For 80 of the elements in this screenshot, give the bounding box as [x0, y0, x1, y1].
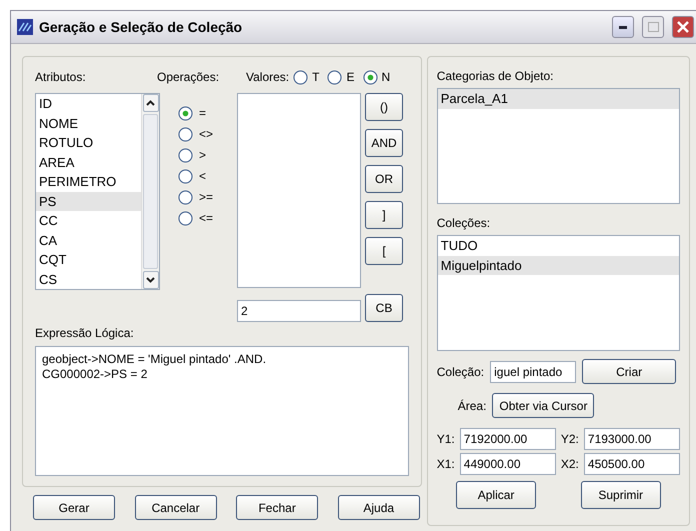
- dialog-button[interactable]: Ajuda: [338, 495, 420, 520]
- radio-label: N: [382, 70, 390, 84]
- radio-label: E: [346, 70, 354, 84]
- caret-down-icon: [146, 277, 155, 283]
- operator-button[interactable]: (): [365, 93, 403, 121]
- cb-button[interactable]: CB: [365, 294, 403, 322]
- radio-label: <=: [199, 211, 214, 225]
- collections-label: Coleções:: [436, 216, 492, 230]
- create-button[interactable]: Criar: [582, 359, 676, 384]
- maximize-icon: [648, 22, 658, 32]
- radio-button[interactable]: [362, 70, 378, 84]
- collections-list[interactable]: TUDO Miguelpintado: [436, 235, 680, 351]
- coordinate-label: X1:: [436, 457, 455, 471]
- coordinate-label: Y1:: [436, 432, 455, 446]
- operator-button[interactable]: OR: [365, 165, 403, 193]
- list-item[interactable]: Parcela_A1: [438, 89, 679, 108]
- maximize-button[interactable]: [642, 16, 664, 38]
- list-item[interactable]: PERIMETRO: [36, 172, 141, 192]
- dialog-button[interactable]: Gerar: [33, 495, 115, 520]
- coordinate-field[interactable]: 7193000.00: [584, 428, 680, 450]
- radio-button[interactable]: [178, 126, 193, 142]
- collection-label: Coleção:: [436, 364, 484, 378]
- list-item[interactable]: CS: [36, 270, 141, 289]
- list-item[interactable]: NOME: [36, 114, 141, 133]
- dialog-button[interactable]: Fechar: [236, 495, 318, 520]
- radio-button[interactable]: [178, 106, 193, 120]
- radio-button[interactable]: [178, 168, 193, 184]
- minimize-button[interactable]: [612, 16, 634, 38]
- cursor-button[interactable]: Obter via Cursor: [492, 393, 594, 418]
- radio-button[interactable]: [178, 210, 193, 226]
- radio-label: >: [199, 148, 206, 162]
- list-item[interactable]: TUDO: [438, 236, 679, 256]
- scroll-down-button[interactable]: [142, 271, 158, 289]
- operator-button[interactable]: ]: [365, 201, 403, 229]
- operator-button[interactable]: [: [365, 237, 403, 265]
- list-item[interactable]: CC: [36, 211, 141, 230]
- coordinate-label: Y2:: [560, 432, 579, 446]
- radio-button[interactable]: [293, 70, 308, 84]
- value-field[interactable]: 2: [237, 300, 361, 322]
- radio-button[interactable]: [327, 70, 342, 84]
- list-item[interactable]: CQT: [36, 250, 141, 270]
- action-button[interactable]: Suprimir: [580, 481, 661, 509]
- radio-button[interactable]: [178, 148, 193, 162]
- list-item[interactable]: ID: [36, 94, 141, 114]
- list-item[interactable]: PS: [36, 192, 141, 211]
- window-title: Geração e Seleção de Coleção: [39, 19, 244, 35]
- radio-label: <>: [199, 127, 214, 141]
- caret-up-icon: [146, 100, 155, 106]
- close-button[interactable]: [672, 16, 694, 38]
- operations-label: Operações:: [157, 70, 220, 84]
- action-button[interactable]: Aplicar: [456, 481, 536, 509]
- scrollbar-thumb[interactable]: [143, 114, 158, 269]
- dialog-button[interactable]: Cancelar: [134, 495, 217, 520]
- list-item[interactable]: ROTULO: [36, 133, 141, 152]
- categories-list[interactable]: Parcela_A1: [436, 88, 680, 204]
- radio-label: =: [199, 106, 206, 120]
- collection-field[interactable]: iguel pintado: [490, 360, 576, 382]
- radio-button[interactable]: [178, 190, 193, 204]
- expression-label: Expressão Lógica:: [35, 326, 134, 340]
- radio-label: <: [199, 169, 206, 183]
- radio-label: >=: [199, 190, 214, 204]
- radio-label: T: [312, 70, 320, 84]
- operator-button[interactable]: AND: [365, 129, 403, 157]
- app-icon: [17, 19, 33, 35]
- scroll-up-button[interactable]: [142, 94, 158, 112]
- list-item[interactable]: Miguelpintado: [438, 256, 679, 275]
- attributes-list[interactable]: ID NOME ROTULO AREA PERIMETRO PS CC CA CQT CS: [35, 93, 160, 290]
- categories-label: Categorias de Objeto:: [436, 69, 554, 83]
- coordinate-label: X2:: [560, 457, 579, 471]
- values-label: Valores:: [246, 70, 290, 84]
- list-item[interactable]: CA: [36, 230, 141, 250]
- attributes-label: Atributos:: [35, 70, 87, 84]
- area-label: Área:: [458, 398, 486, 412]
- minimize-icon: [619, 26, 627, 28]
- close-icon: [677, 21, 689, 33]
- coordinate-field[interactable]: 449000.00: [460, 453, 556, 475]
- coordinate-field[interactable]: 7192000.00: [460, 428, 556, 450]
- expression-text-area[interactable]: geobject->NOME = 'Miguel pintado' .AND. CG000002->PS = 2: [35, 346, 409, 476]
- coordinate-field[interactable]: 450500.00: [584, 453, 680, 475]
- list-item[interactable]: AREA: [36, 152, 141, 172]
